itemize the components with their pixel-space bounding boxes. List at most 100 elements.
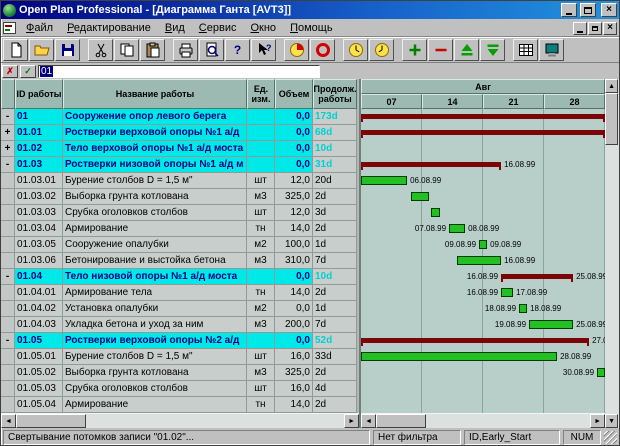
cell-duration[interactable]: 7d <box>313 253 357 269</box>
cell-unit[interactable]: м3 <box>247 253 275 269</box>
cell-duration[interactable]: 2d <box>313 365 357 381</box>
table-row[interactable]: -01Сооружение опор левого берега0,0173d <box>1 109 359 125</box>
screen-view-button[interactable] <box>539 39 564 61</box>
cell-duration[interactable]: 10d <box>313 141 357 157</box>
move-up-button[interactable] <box>454 39 479 61</box>
child-close-button[interactable]: × <box>603 22 617 35</box>
cell-volume[interactable]: 325,0 <box>275 189 313 205</box>
gantt-bar-task[interactable] <box>519 304 527 313</box>
cell-unit[interactable]: м2 <box>247 237 275 253</box>
cell-id[interactable]: 01.02 <box>15 141 63 157</box>
cell-unit[interactable]: м3 <box>247 189 275 205</box>
cell-id[interactable]: 01.04.02 <box>15 301 63 317</box>
cell-duration[interactable]: 173d <box>313 109 357 125</box>
column-header[interactable]: Название работы <box>63 79 247 109</box>
cell-id[interactable]: 01.01 <box>15 125 63 141</box>
cell-name[interactable]: Бурение столбов D = 1,5 м" <box>63 349 247 365</box>
expander[interactable]: - <box>1 157 15 173</box>
cell-duration[interactable]: 2d <box>313 397 357 413</box>
expander[interactable] <box>1 349 15 365</box>
cell-volume[interactable]: 100,0 <box>275 237 313 253</box>
cell-name[interactable]: Ростверки верховой опоры №1 а/д <box>63 125 247 141</box>
cell-id[interactable]: 01.04.01 <box>15 285 63 301</box>
column-header[interactable] <box>1 79 15 109</box>
cell-duration[interactable]: 31d <box>313 157 357 173</box>
expander[interactable] <box>1 285 15 301</box>
move-down-button[interactable] <box>480 39 505 61</box>
cell-duration[interactable]: 2d <box>313 285 357 301</box>
print-preview-button[interactable] <box>199 39 224 61</box>
cell-unit[interactable] <box>247 141 275 157</box>
cell-unit[interactable]: м3 <box>247 365 275 381</box>
cell-volume[interactable]: 0,0 <box>275 333 313 349</box>
progress-ring-button[interactable] <box>310 39 335 61</box>
delete-row-button[interactable] <box>428 39 453 61</box>
expander[interactable] <box>1 381 15 397</box>
gantt-bar-task[interactable] <box>501 288 513 297</box>
cell-volume[interactable]: 16,0 <box>275 381 313 397</box>
cell-volume[interactable]: 0,0 <box>275 269 313 285</box>
paste-button[interactable] <box>140 39 165 61</box>
cell-name[interactable]: Бетонирование и выстойка бетона <box>63 253 247 269</box>
print-button[interactable] <box>173 39 198 61</box>
table-row[interactable]: 01.04.03Укладка бетона и уход за нимм320… <box>1 317 359 333</box>
percent-complete-button[interactable] <box>284 39 309 61</box>
cell-id[interactable]: 01.03.01 <box>15 173 63 189</box>
cell-duration[interactable]: 68d <box>313 125 357 141</box>
gantt-bar-task[interactable] <box>457 256 501 265</box>
cell-unit[interactable]: шт <box>247 381 275 397</box>
cell-name[interactable]: Армирование <box>63 397 247 413</box>
cell-duration[interactable]: 2d <box>313 189 357 205</box>
expander[interactable] <box>1 365 15 381</box>
expander[interactable] <box>1 301 15 317</box>
table-row[interactable]: 01.04.02Установка опалубким20,01d <box>1 301 359 317</box>
cell-unit[interactable] <box>247 269 275 285</box>
cell-unit[interactable]: м2 <box>247 301 275 317</box>
cell-duration[interactable]: 1d <box>313 301 357 317</box>
cell-id[interactable]: 01.04.03 <box>15 317 63 333</box>
table-row[interactable]: 01.05.04Армированиетн14,02d <box>1 397 359 413</box>
document-window-icon[interactable] <box>3 22 16 34</box>
table-row[interactable]: 01.03.06Бетонирование и выстойка бетонам… <box>1 253 359 269</box>
child-restore-button[interactable] <box>588 22 602 35</box>
cut-button[interactable] <box>88 39 113 61</box>
vscroll-thumb[interactable] <box>605 93 618 145</box>
cell-unit[interactable] <box>247 333 275 349</box>
menu-item[interactable]: Вид <box>158 21 192 35</box>
cell-id[interactable]: 01.05.01 <box>15 349 63 365</box>
cell-volume[interactable]: 0,0 <box>275 125 313 141</box>
expander[interactable]: - <box>1 109 15 125</box>
scroll-down-icon[interactable]: ▼ <box>605 414 618 428</box>
table-row[interactable]: 01.03.05Сооружение опалубким2100,01d <box>1 237 359 253</box>
cell-duration[interactable]: 4d <box>313 381 357 397</box>
gantt-bar-task[interactable] <box>361 352 557 361</box>
cell-volume[interactable]: 0,0 <box>275 157 313 173</box>
cell-unit[interactable] <box>247 125 275 141</box>
cell-name[interactable]: Сооружение опор левого берега <box>63 109 247 125</box>
cell-unit[interactable]: тн <box>247 285 275 301</box>
add-row-button[interactable] <box>402 39 427 61</box>
cell-volume[interactable]: 325,0 <box>275 365 313 381</box>
cell-volume[interactable]: 12,0 <box>275 205 313 221</box>
minimize-button[interactable] <box>561 3 577 17</box>
cell-duration[interactable]: 52d <box>313 333 357 349</box>
gantt-bar-task[interactable] <box>479 240 487 249</box>
cell-volume[interactable]: 0,0 <box>275 141 313 157</box>
gantt-bar-task[interactable] <box>431 208 440 217</box>
expander[interactable]: - <box>1 269 15 285</box>
cell-duration[interactable]: 20d <box>313 173 357 189</box>
scroll-left-icon[interactable]: ◄ <box>361 414 376 428</box>
cell-id[interactable]: 01.05.03 <box>15 381 63 397</box>
gantt-bar-task[interactable] <box>411 192 429 201</box>
cell-id[interactable]: 01.04 <box>15 269 63 285</box>
expander[interactable] <box>1 189 15 205</box>
context-help-button[interactable]: ? <box>251 39 276 61</box>
column-header[interactable]: Ед. изм. <box>247 79 275 109</box>
help-button[interactable]: ? <box>225 39 250 61</box>
cell-id[interactable]: 01.03.02 <box>15 189 63 205</box>
resize-grip[interactable] <box>604 431 617 444</box>
cell-duration[interactable]: 33d <box>313 349 357 365</box>
cell-volume[interactable]: 12,0 <box>275 173 313 189</box>
gantt-hscrollbar[interactable]: ◄ ► <box>361 413 605 428</box>
cell-name[interactable]: Установка опалубки <box>63 301 247 317</box>
